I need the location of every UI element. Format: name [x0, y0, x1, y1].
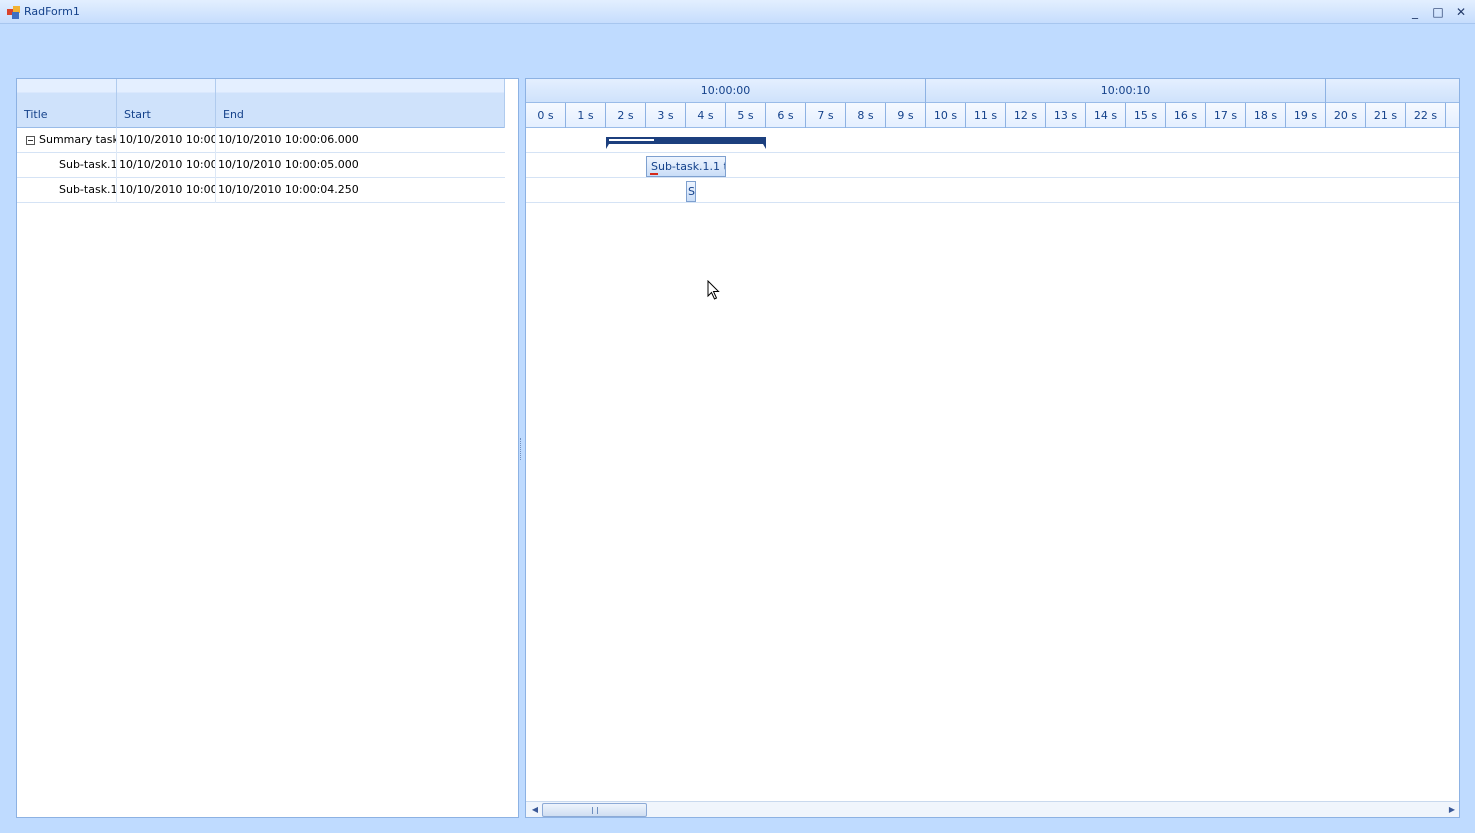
scroll-thumb[interactable] [542, 803, 647, 817]
timeline-tick-header: 0 s1 s2 s3 s4 s5 s6 s7 s8 s9 s 10 s 11 s 12… [526, 103, 1459, 128]
grid-row-subtask[interactable]: Sub-task.1 10/10/2010 10:00: 10/10/2010 … [17, 178, 505, 203]
cell-start: 10/10/2010 10:00: [117, 178, 216, 203]
timeline-tick-label: 2 [1446, 103, 1459, 128]
close-button[interactable]: ✕ [1452, 4, 1470, 20]
timeline-tick-label: 12 s [1006, 103, 1046, 128]
summary-task-bar[interactable] [606, 137, 766, 149]
scroll-right-arrow-icon[interactable]: ▶ [1445, 802, 1459, 817]
cell-start: 10/10/2010 10:00: [117, 153, 216, 178]
grid-row-summary[interactable]: Summary task. 10/10/2010 10:00: 10/10/20… [17, 128, 505, 153]
timeline-tick-label: 8 s [846, 103, 886, 128]
timeline-group-header: 10:00:00 10:00:10 [526, 79, 1459, 103]
app-icon [7, 6, 20, 19]
row-title: Sub-task.1 [59, 183, 117, 196]
title-bar: RadForm1 _ □ ✕ [0, 0, 1475, 24]
timeline-tick-label: 3 s [646, 103, 686, 128]
grid-row-subtask[interactable]: Sub-task.1 10/10/2010 10:00: 10/10/2010 … [17, 153, 505, 178]
scroll-left-arrow-icon[interactable]: ◀ [528, 802, 542, 817]
timeline-group-label [1326, 79, 1459, 103]
timeline-tick-label: 2 s [606, 103, 646, 128]
timeline-tick-label: 18 s [1246, 103, 1286, 128]
timeline-tick-label: 17 s [1206, 103, 1246, 128]
collapse-toggle-icon[interactable] [26, 136, 35, 145]
task-bar[interactable]: Sub-task.1.1 ti [646, 156, 726, 177]
timeline-tick-label: 1 s [566, 103, 606, 128]
timeline-tick-label: 22 s [1406, 103, 1446, 128]
column-header-title[interactable]: Title [17, 79, 117, 128]
column-header-start[interactable]: Start [117, 79, 216, 128]
timeline-tick-label: 0 s [526, 103, 566, 128]
task-progress-indicator [650, 173, 658, 175]
summary-progress-bar [609, 139, 654, 141]
timeline-group-label: 10:00:00 [526, 79, 926, 103]
mouse-cursor-icon [707, 280, 720, 300]
timeline-tick-label: 5 s [726, 103, 766, 128]
timeline-tick-label: 14 s [1086, 103, 1126, 128]
task-bar-label: Sub-task.1.1 ti [651, 160, 726, 173]
timeline-tick-label: 6 s [766, 103, 806, 128]
grid-header: Title Start End [17, 79, 505, 128]
cell-end: 10/10/2010 10:00:04.250 [218, 183, 359, 196]
cell-start: 10/10/2010 10:00: [117, 128, 216, 153]
timeline-tick-label: 20 s [1326, 103, 1366, 128]
gantt-timeline-panel: 10:00:00 10:00:10 0 s1 s2 s3 s4 s5 s6 s7… [525, 78, 1460, 818]
timeline-tick-label: 13 s [1046, 103, 1086, 128]
maximize-button[interactable]: □ [1429, 4, 1447, 20]
timeline-group-label: 10:00:10 [926, 79, 1326, 103]
column-header-end[interactable]: End [216, 79, 505, 128]
timeline-tick-label: 9 s [886, 103, 926, 128]
cell-title: Sub-task.1 [17, 153, 117, 178]
timeline-tick-label: 10 s [926, 103, 966, 128]
horizontal-scrollbar[interactable]: ◀ ▶ [526, 801, 1459, 817]
timeline-tick-label: 15 s [1126, 103, 1166, 128]
cell-title: Sub-task.1 [17, 178, 117, 203]
form-top-area [0, 24, 1475, 78]
timeline-tick-label: 11 s [966, 103, 1006, 128]
task-bar-label: S [688, 185, 695, 198]
row-title: Summary task. [39, 133, 117, 146]
window-title: RadForm1 [24, 5, 80, 18]
timeline-tick-label: 4 s [686, 103, 726, 128]
cell-end: 10/10/2010 10:00:06.000 [218, 133, 359, 146]
timeline-tick-label: 19 s [1286, 103, 1326, 128]
timeline-tick-label: 7 s [806, 103, 846, 128]
gantt-grid-panel: Title Start End Summary task. 10/10/2010… [16, 78, 519, 818]
timeline-row [526, 178, 1459, 203]
timeline-tick-label: 16 s [1166, 103, 1206, 128]
task-bar[interactable]: S [686, 181, 696, 202]
row-title: Sub-task.1 [59, 158, 117, 171]
scroll-grip-icon [591, 807, 598, 814]
cell-title: Summary task. [17, 128, 117, 153]
cell-end: 10/10/2010 10:00:05.000 [218, 158, 359, 171]
timeline-tick-label: 21 s [1366, 103, 1406, 128]
minimize-button[interactable]: _ [1406, 4, 1424, 20]
splitter-grip-icon [520, 438, 523, 460]
